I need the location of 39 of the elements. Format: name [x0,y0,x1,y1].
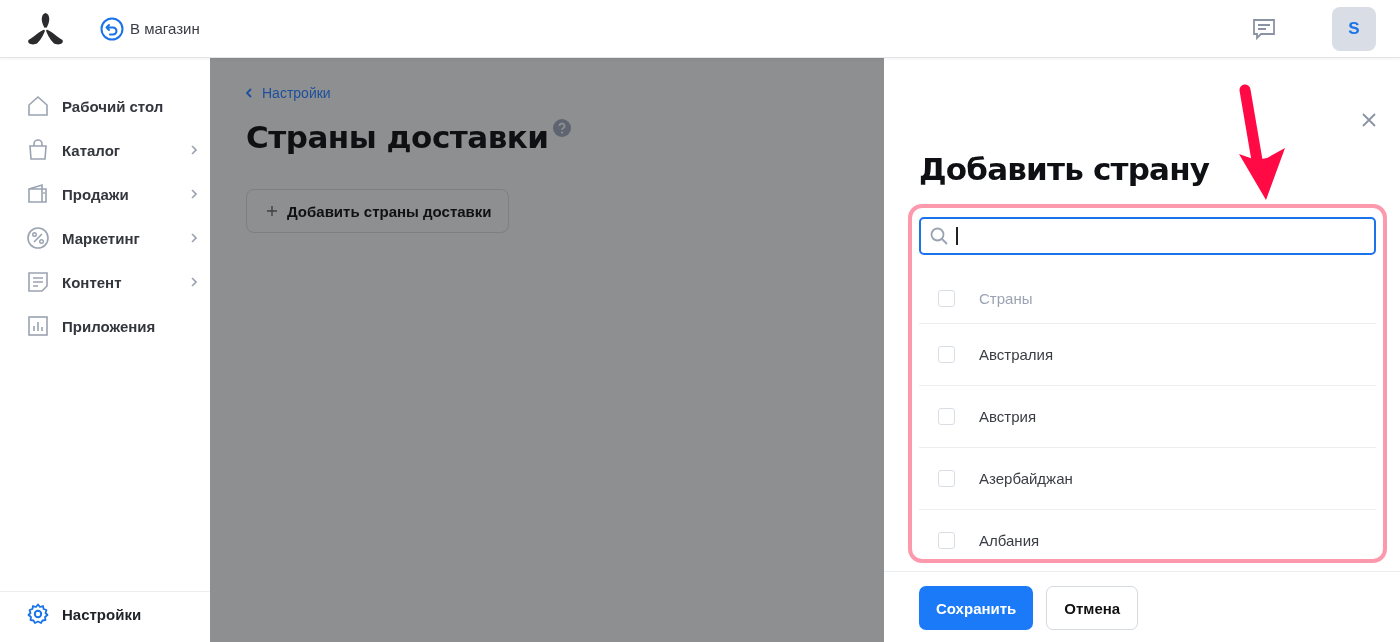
checkbox[interactable] [938,532,955,549]
wallet-icon [26,182,50,206]
sidebar-item[interactable]: Приложения [0,304,210,348]
back-to-store-link[interactable]: В магазин [100,16,200,41]
country-name: Австралия [979,346,1054,363]
sidebar-item[interactable]: Контент [0,260,210,304]
page-title: Страны доставки [246,119,549,155]
sidebar-item[interactable]: Маркетинг [0,216,210,260]
sidebar-item[interactable]: Каталог [0,128,210,172]
shopping-bag-icon [26,138,50,162]
plus-icon [267,206,277,216]
sidebar-item[interactable]: Продажи [0,172,210,216]
chevron-left-icon [246,88,252,98]
country-name: Австрия [979,408,1037,425]
chat-icon[interactable] [1252,17,1276,40]
sidebar-item[interactable]: Рабочий стол [0,84,210,128]
add-countries-button[interactable]: Добавить страны доставки [246,189,509,233]
close-icon[interactable] [1362,113,1376,127]
checkbox[interactable] [938,346,955,363]
checkbox[interactable] [938,470,955,487]
settings-icon [26,602,50,626]
save-button[interactable]: Сохранить [919,586,1034,630]
logo-icon[interactable] [25,10,66,47]
column-header: Страны [979,290,1033,307]
percent-icon [26,226,50,250]
house-icon [26,94,50,118]
document-icon [26,270,50,294]
text-cursor [956,227,958,245]
help-icon[interactable] [552,119,571,137]
search-icon [930,227,948,245]
checkbox[interactable] [938,290,955,307]
checkbox[interactable] [938,408,955,425]
cancel-button[interactable]: Отмена [1046,586,1139,630]
country-name: Албания [979,532,1040,549]
drawer-title: Добавить страну [919,151,1211,187]
search-field[interactable] [919,217,1376,255]
sidebar-item[interactable]: Настройки [0,592,210,636]
bar-chart-icon [26,314,50,338]
country-name: Азербайджан [979,470,1073,487]
